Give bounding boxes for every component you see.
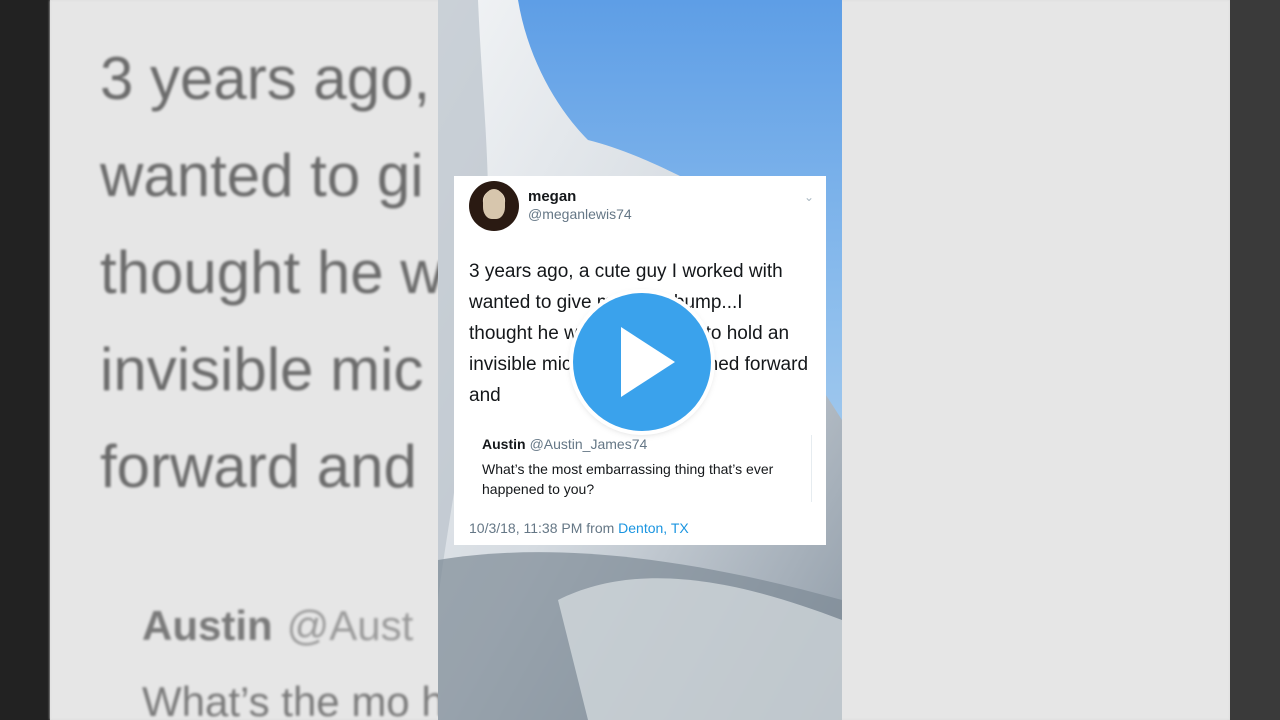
background-right-edge: [1230, 0, 1280, 720]
quoted-tweet-handle: @Austin_James74: [529, 436, 648, 452]
background-quote-handle: @Aust: [286, 602, 414, 649]
timestamp-text: 10/3/18, 11:38 PM from: [469, 520, 615, 536]
chevron-down-icon[interactable]: ⌄: [804, 190, 814, 204]
avatar[interactable]: [469, 181, 519, 231]
quoted-tweet-author: Austin @Austin_James74: [482, 436, 647, 452]
background-quote-author: Austin @Aust: [142, 602, 413, 650]
quoted-tweet-text: What’s the most embarrassing thing that’…: [482, 461, 774, 497]
play-icon: [621, 327, 675, 397]
quoted-tweet[interactable]: Austin @Austin_James74 What’s the most em…: [469, 435, 812, 502]
background-left-edge: [0, 0, 50, 720]
tweet-author-handle[interactable]: @meganlewis74: [528, 206, 632, 222]
play-button[interactable]: [573, 293, 711, 431]
tweet-timestamp: 10/3/18, 11:38 PM from Denton, TX: [469, 520, 689, 536]
location-link[interactable]: Denton, TX: [618, 520, 689, 536]
avatar-hair: [483, 189, 505, 219]
background-quote-name: Austin: [142, 602, 273, 649]
tweet-author-name[interactable]: megan: [528, 188, 576, 205]
quoted-tweet-name: Austin: [482, 436, 526, 452]
